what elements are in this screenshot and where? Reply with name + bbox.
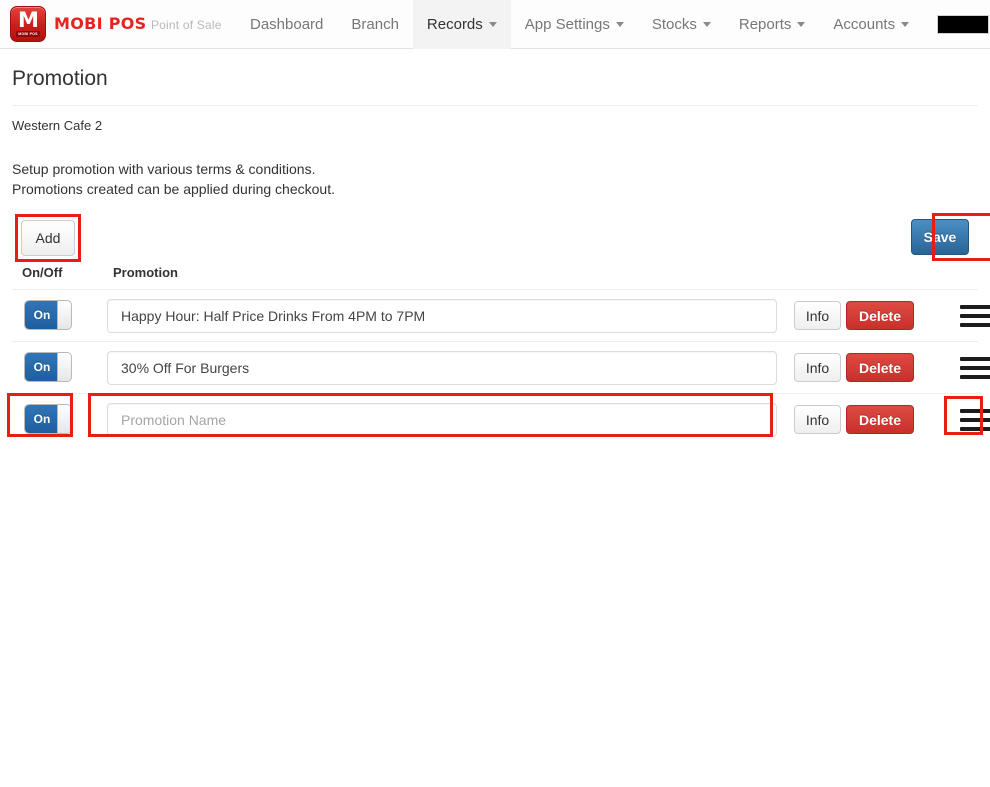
chevron-down-icon	[702, 22, 711, 27]
brand-title: MOBI POS	[54, 13, 147, 33]
promotion-name-input-row-2[interactable]	[107, 351, 777, 385]
toggle-label-row-2: On	[25, 353, 59, 381]
row-1-toggle-cell: On	[24, 300, 72, 330]
toggle-switch-row-2[interactable]: On	[24, 352, 72, 382]
nav-label-branch: Branch	[351, 16, 399, 33]
column-header-onoff: On/Off	[22, 265, 63, 280]
chevron-down-icon	[488, 22, 497, 27]
action-toolbar: Add Save	[12, 213, 990, 265]
nav-item-accounts[interactable]: Accounts	[819, 0, 923, 49]
page-content: Promotion Western Cafe 2 Setup promotion…	[0, 49, 990, 445]
mobi-pos-logo-icon: M MOBI POS	[10, 6, 46, 42]
chevron-down-icon	[615, 22, 624, 27]
logo-letter-m: M	[18, 8, 39, 32]
toggle-label-row-1: On	[25, 301, 59, 329]
table-row: On Info Delete	[12, 394, 990, 445]
nav-label-dashboard: Dashboard	[250, 16, 324, 33]
toggle-label-row-3: On	[25, 405, 59, 433]
brand-subtitle: Point of Sale	[150, 17, 222, 32]
column-header-promotion: Promotion	[113, 265, 178, 280]
nav-item-app-settings[interactable]: App Settings	[511, 0, 638, 49]
account-name-redacted	[937, 15, 990, 34]
nav-item-stocks[interactable]: Stocks	[638, 0, 725, 49]
row-2-info-cell: Info	[794, 353, 841, 382]
row-2-input-cell	[107, 351, 777, 385]
branch-name: Western Cafe 2	[12, 118, 103, 133]
table-header-row: On/Off Promotion	[12, 265, 978, 289]
delete-button-row-3[interactable]: Delete	[846, 405, 914, 434]
nav-label-app-settings: App Settings	[524, 16, 610, 33]
info-button-row-1[interactable]: Info	[794, 301, 841, 330]
info-button-row-2[interactable]: Info	[794, 353, 841, 382]
add-button[interactable]: Add	[21, 220, 75, 256]
save-button[interactable]: Save	[911, 219, 969, 255]
row-3-delete-cell: Delete	[846, 405, 914, 434]
delete-button-row-1[interactable]: Delete	[846, 301, 914, 330]
nav-label-reports: Reports	[738, 16, 792, 33]
row-1-delete-cell: Delete	[846, 301, 914, 330]
nav-item-account-menu[interactable]	[923, 0, 990, 49]
row-2-toggle-cell: On	[24, 352, 72, 382]
logo-badge-text: MOBI POS	[16, 31, 40, 37]
drag-handle-icon-row-2[interactable]	[960, 357, 990, 379]
row-3-input-cell	[107, 403, 777, 437]
toggle-knob-row-3	[57, 405, 71, 433]
brand-text: MOBI POS Point of Sale	[54, 15, 222, 34]
nav-item-dashboard[interactable]: Dashboard	[236, 0, 337, 49]
nav-label-stocks: Stocks	[651, 16, 697, 33]
page-description: Setup promotion with various terms & con…	[12, 133, 978, 199]
row-2-handle-cell	[960, 357, 990, 379]
row-2-delete-cell: Delete	[846, 353, 914, 382]
nav-item-records[interactable]: Records	[412, 0, 511, 49]
row-1-info-cell: Info	[794, 301, 841, 330]
info-button-row-3[interactable]: Info	[794, 405, 841, 434]
row-1-input-cell	[107, 299, 777, 333]
delete-button-row-2[interactable]: Delete	[846, 353, 914, 382]
nav-label-accounts: Accounts	[833, 16, 896, 33]
page-title: Promotion	[12, 67, 108, 90]
nav-item-reports[interactable]: Reports	[725, 0, 820, 49]
description-line-2: Promotions created can be applied during…	[12, 181, 335, 197]
chevron-down-icon	[797, 22, 806, 27]
toggle-knob-row-2	[57, 353, 71, 381]
chevron-down-icon	[901, 22, 910, 27]
toggle-switch-row-3[interactable]: On	[24, 404, 72, 434]
row-3-toggle-cell: On	[24, 404, 72, 434]
top-navbar: M MOBI POS MOBI POS Point of Sale Dashbo…	[0, 0, 990, 49]
description-line-1: Setup promotion with various terms & con…	[12, 161, 316, 177]
toggle-knob-row-1	[57, 301, 71, 329]
toggle-switch-row-1[interactable]: On	[24, 300, 72, 330]
nav-item-branch[interactable]: Branch	[337, 0, 413, 49]
main-nav: Dashboard Branch Records App Settings St…	[236, 0, 990, 49]
drag-handle-icon-row-1[interactable]	[960, 305, 990, 327]
promotion-name-input-row-3[interactable]	[107, 403, 777, 437]
nav-label-records: Records	[426, 16, 483, 33]
promotion-table: On/Off Promotion On Info Delete	[12, 265, 990, 445]
promotion-name-input-row-1[interactable]	[107, 299, 777, 333]
row-1-handle-cell	[960, 305, 990, 327]
row-3-handle-cell	[960, 409, 990, 431]
table-row: On Info Delete	[12, 342, 990, 393]
table-row: On Info Delete	[12, 290, 990, 341]
drag-handle-icon-row-3[interactable]	[960, 409, 990, 431]
brand-logo-link[interactable]: M MOBI POS MOBI POS Point of Sale	[10, 0, 222, 49]
row-3-info-cell: Info	[794, 405, 841, 434]
